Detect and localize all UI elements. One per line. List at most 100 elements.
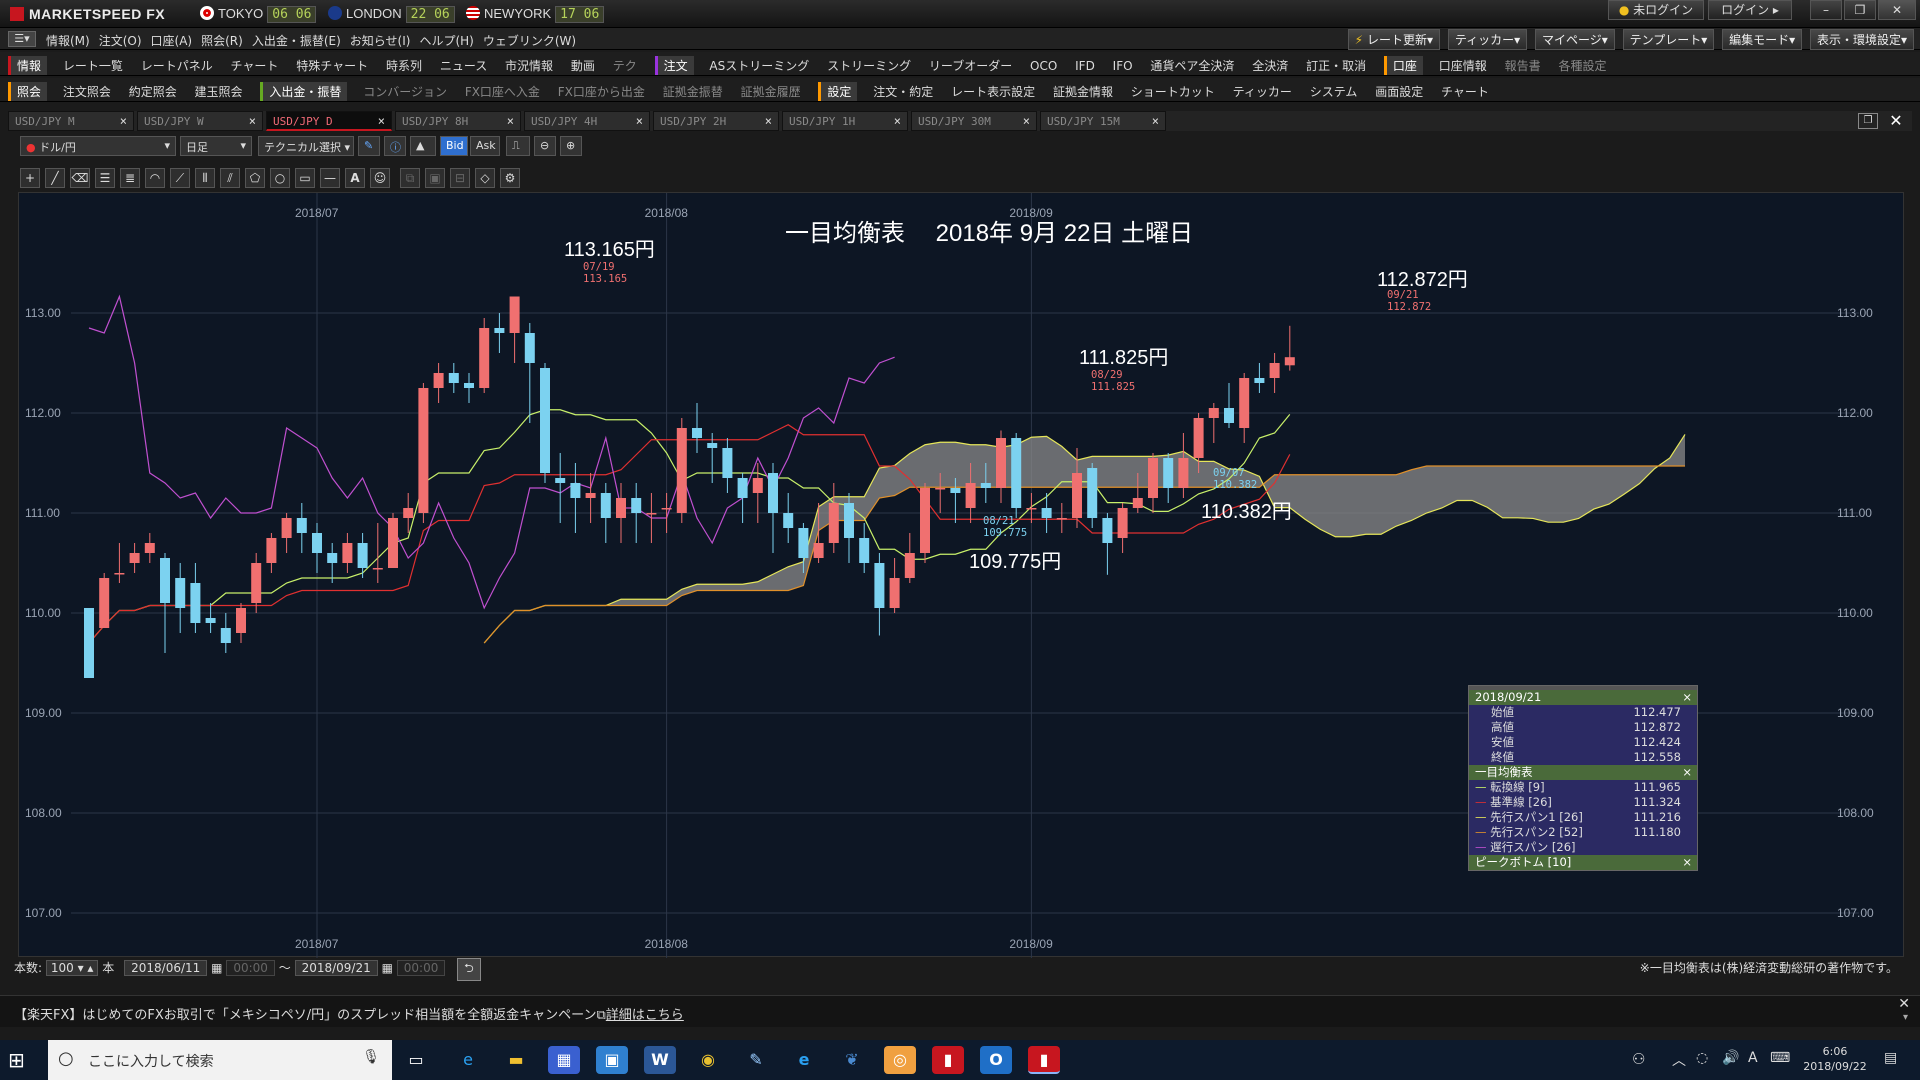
chart-info-panel[interactable]: 2018/09/21 × 始値 112.477 高値 112.872 安値 112.42… bbox=[1468, 685, 1698, 871]
taskbar-search-box[interactable]: ○ ここに入力して検索 🎙 bbox=[48, 1040, 392, 1080]
to-time-field[interactable]: 00:00 bbox=[396, 960, 446, 976]
toolbar-account-item[interactable]: 報告書 bbox=[1505, 57, 1541, 74]
toolbar-account-item[interactable]: 各種設定 bbox=[1558, 57, 1606, 74]
toolbar-info-item[interactable]: チャート bbox=[231, 57, 279, 74]
hline-icon[interactable]: — bbox=[320, 168, 340, 188]
zoom-out-icon[interactable]: ⊖ bbox=[534, 136, 556, 156]
marketspeed-icon[interactable]: ▮ bbox=[932, 1046, 964, 1074]
tab-usdjpy-2h[interactable]: USD/JPY 2H × bbox=[653, 111, 779, 131]
toolbar-settings-item[interactable]: ショートカット bbox=[1131, 83, 1215, 100]
toolbar-order-item[interactable]: 通貨ペア全決済 bbox=[1150, 57, 1234, 74]
tab-usdjpy-8h[interactable]: USD/JPY 8H × bbox=[395, 111, 521, 131]
menu-deposit[interactable]: 入出金・振替(E) bbox=[252, 32, 341, 49]
ime-indicator[interactable]: A bbox=[1748, 1050, 1758, 1066]
toolbar-order-item[interactable]: ASストリーミング bbox=[709, 57, 809, 74]
rectangle-icon[interactable]: ▭ bbox=[295, 168, 315, 188]
crosshair-icon[interactable]: + bbox=[20, 168, 40, 188]
toolbar-info-item[interactable]: テク bbox=[613, 57, 637, 74]
file-explorer-icon[interactable]: ▬ bbox=[500, 1046, 532, 1074]
tab-close-icon[interactable]: × bbox=[636, 114, 643, 128]
toolbar-deposit-item[interactable]: コンバージョン bbox=[363, 83, 447, 100]
display-settings-button[interactable]: 表示・環境設定▾ bbox=[1809, 29, 1914, 50]
toolbar-order-item[interactable]: 全決済 bbox=[1252, 57, 1288, 74]
toolbar-order-head[interactable]: 注文 bbox=[654, 56, 694, 75]
tab-close-icon[interactable]: × bbox=[1023, 114, 1030, 128]
toolbar-deposit-head[interactable]: 入出金・振替 bbox=[260, 82, 348, 101]
close-button[interactable]: ✕ bbox=[1878, 0, 1916, 20]
keyboard-icon[interactable]: ⌨ bbox=[1770, 1050, 1790, 1066]
toolbar-inquiry-head[interactable]: 照会 bbox=[8, 82, 48, 101]
toolbar-info-item[interactable]: 動画 bbox=[571, 57, 595, 74]
toolbar-order-item[interactable]: 訂正・取消 bbox=[1306, 57, 1366, 74]
menu-info[interactable]: 情報(M) bbox=[46, 32, 90, 49]
toolbar-inquiry-item[interactable]: 建玉照会 bbox=[195, 83, 243, 100]
calculator-icon[interactable]: ▦ bbox=[548, 1046, 580, 1074]
restore-window-icon[interactable]: ❐ bbox=[1858, 113, 1878, 129]
ichimoku-close-icon[interactable]: × bbox=[1682, 765, 1692, 780]
toolbar-info-item[interactable]: 特殊チャート bbox=[296, 57, 368, 74]
volume-icon[interactable]: 🔊 bbox=[1722, 1050, 1739, 1066]
close-chart-icon[interactable]: ✕ bbox=[1886, 112, 1906, 130]
tab-close-icon[interactable]: × bbox=[249, 114, 256, 128]
from-date-field[interactable]: 2018/06/11 bbox=[124, 960, 208, 976]
paint-icon[interactable]: ✎ bbox=[740, 1046, 772, 1074]
menu-order[interactable]: 注文(O) bbox=[99, 32, 142, 49]
microphone-icon[interactable]: 🎙 bbox=[362, 1049, 380, 1065]
edge-icon[interactable]: e bbox=[788, 1046, 820, 1074]
period-select[interactable]: 日足 ▾ bbox=[180, 136, 252, 156]
toolbar-deposit-item[interactable]: 証拠金振替 bbox=[663, 83, 723, 100]
panel-close-icon[interactable]: × bbox=[1682, 690, 1692, 705]
eraser-icon[interactable]: ⌫ bbox=[70, 168, 90, 188]
chart-type-icon[interactable]: ⎍ bbox=[506, 136, 530, 156]
notification-icon[interactable]: ▤ bbox=[1884, 1050, 1897, 1066]
settings-tool-icon[interactable]: ⚙ bbox=[500, 168, 520, 188]
fan-icon[interactable]: ⟋ bbox=[170, 168, 190, 188]
toolbar-order-item[interactable]: ストリーミング bbox=[827, 57, 911, 74]
menu-account[interactable]: 口座(A) bbox=[151, 32, 193, 49]
news-link[interactable]: 詳細はこちら bbox=[606, 1008, 684, 1023]
area-chart-icon[interactable]: ▲ bbox=[410, 136, 436, 156]
toolbar-info-item[interactable]: 市況情報 bbox=[505, 57, 553, 74]
pentagon-icon[interactable]: ⬠ bbox=[245, 168, 265, 188]
hamburger-menu-icon[interactable]: ☰▾ bbox=[8, 31, 36, 47]
toolbar-settings-item[interactable]: システム bbox=[1310, 83, 1358, 100]
tab-usdjpy-w[interactable]: USD/JPY W × bbox=[137, 111, 263, 131]
toolbar-order-item[interactable]: リーブオーダー bbox=[929, 57, 1012, 74]
toolbar-account-item[interactable]: 口座情報 bbox=[1439, 57, 1487, 74]
windows-start-icon[interactable]: ⊞ bbox=[8, 1048, 34, 1072]
people-icon[interactable]: ⚇ bbox=[1632, 1050, 1645, 1068]
paste-icon[interactable]: ▣ bbox=[425, 168, 445, 188]
window-app-icon[interactable]: ▣ bbox=[596, 1046, 628, 1074]
toolbar-settings-item[interactable]: 注文・約定 bbox=[873, 83, 933, 100]
template-button[interactable]: テンプレート▾ bbox=[1622, 29, 1715, 50]
mypage-button[interactable]: マイページ▾ bbox=[1534, 29, 1615, 50]
menu-notice[interactable]: お知らせ(I) bbox=[350, 32, 411, 49]
tab-usdjpy-m[interactable]: USD/JPY M × bbox=[8, 111, 134, 131]
to-date-field[interactable]: 2018/09/21 bbox=[294, 960, 378, 976]
tab-close-icon[interactable]: × bbox=[507, 114, 514, 128]
toolbar-settings-item[interactable]: チャート bbox=[1441, 83, 1489, 100]
tab-usdjpy-30m[interactable]: USD/JPY 30M × bbox=[911, 111, 1037, 131]
ticker-button[interactable]: ティッカー▾ bbox=[1447, 29, 1528, 50]
tab-close-icon[interactable]: × bbox=[1152, 114, 1159, 128]
news-scroll-icon[interactable]: ▾ bbox=[1903, 1012, 1908, 1023]
tab-usdjpy-15m[interactable]: USD/JPY 15M × bbox=[1040, 111, 1166, 131]
edit-mode-button[interactable]: 編集モード▾ bbox=[1722, 29, 1803, 50]
tab-usdjpy-4h[interactable]: USD/JPY 4H × bbox=[524, 111, 650, 131]
tab-close-icon[interactable]: × bbox=[120, 114, 127, 128]
maximize-button[interactable]: ❐ bbox=[1844, 0, 1876, 20]
news-close-icon[interactable]: ✕ bbox=[1898, 996, 1910, 1012]
login-button[interactable]: ログイン ▸ bbox=[1708, 0, 1792, 20]
internet-explorer-icon[interactable]: e bbox=[452, 1046, 484, 1074]
peak-close-icon[interactable]: × bbox=[1682, 855, 1692, 870]
toolbar-info-item[interactable]: レート一覧 bbox=[63, 57, 123, 74]
tab-usdjpy-1h[interactable]: USD/JPY 1H × bbox=[782, 111, 908, 131]
toolbar-deposit-item[interactable]: 証拠金履歴 bbox=[741, 83, 801, 100]
erase-all-icon[interactable]: ◇ bbox=[475, 168, 495, 188]
menu-help[interactable]: ヘルプ(H) bbox=[419, 32, 473, 49]
feather-app-icon[interactable]: ❦ bbox=[836, 1046, 868, 1074]
network-icon[interactable]: ◌ bbox=[1696, 1050, 1708, 1066]
stamp-icon[interactable]: ☺ bbox=[370, 168, 390, 188]
ask-toggle[interactable]: Ask bbox=[470, 136, 500, 156]
refresh-icon[interactable]: ⮌ bbox=[457, 958, 481, 981]
